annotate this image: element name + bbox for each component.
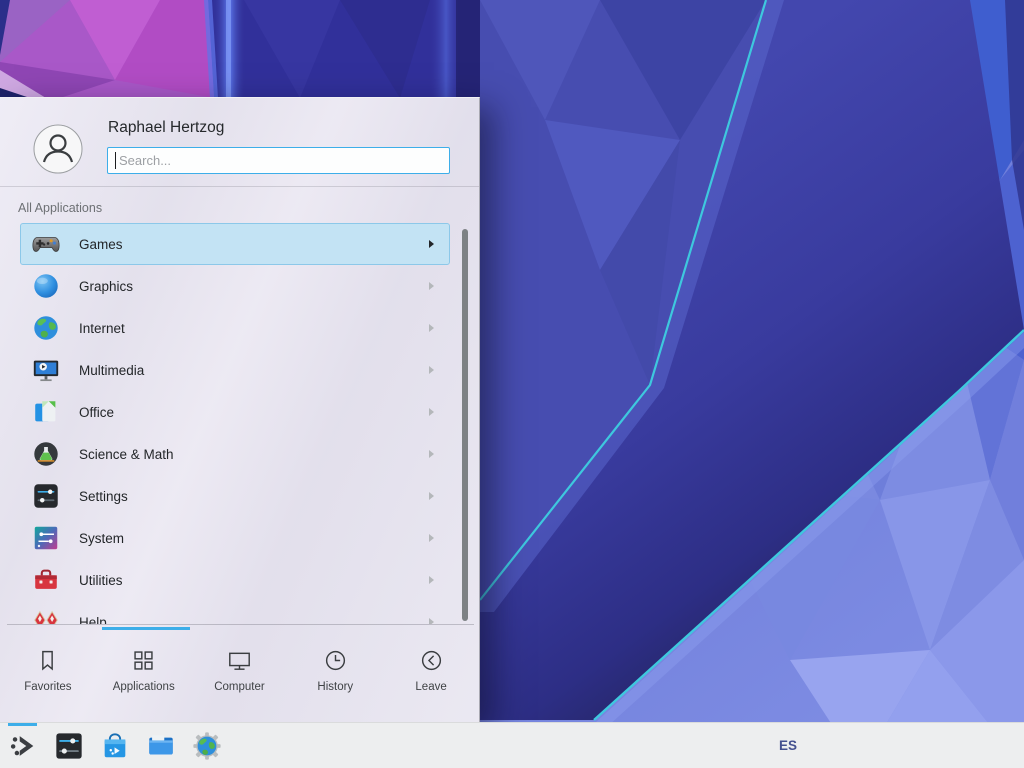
submenu-arrow-icon — [429, 366, 434, 374]
category-label: Office — [79, 405, 114, 420]
tab-favorites[interactable]: Favorites — [0, 629, 96, 722]
submenu-arrow-icon — [429, 576, 434, 584]
submenu-arrow-icon — [429, 534, 434, 542]
tab-label: Favorites — [24, 681, 71, 693]
discover-icon — [100, 731, 130, 761]
category-item-games[interactable]: Games — [20, 223, 450, 265]
settings-icon — [31, 481, 61, 511]
submenu-arrow-icon — [429, 240, 434, 248]
scrollbar[interactable] — [462, 229, 468, 621]
category-item-help[interactable]: Help — [20, 601, 450, 624]
text-caret — [115, 152, 116, 169]
user-name: Raphael Hertzog — [108, 119, 224, 137]
tab-label: History — [317, 681, 353, 693]
category-item-system[interactable]: System — [20, 517, 450, 559]
tab-history[interactable]: History — [287, 629, 383, 722]
system-icon — [31, 523, 61, 553]
tab-computer[interactable]: Computer — [192, 629, 288, 722]
keyboard-layout-indicator[interactable]: ES — [779, 723, 797, 768]
computer-icon — [226, 647, 253, 674]
category-label: System — [79, 531, 124, 546]
office-icon — [31, 397, 61, 427]
category-item-multimedia[interactable]: Multimedia — [20, 349, 450, 391]
history-icon — [322, 647, 349, 674]
help-icon — [31, 607, 61, 624]
kde-launcher-icon — [8, 731, 38, 761]
discover-button[interactable] — [100, 731, 130, 761]
tab-leave[interactable]: Leave — [383, 629, 479, 722]
category-item-graphics[interactable]: Graphics — [20, 265, 450, 307]
multimedia-icon — [31, 355, 61, 385]
search-box — [107, 147, 450, 174]
file-manager-button[interactable] — [146, 731, 176, 761]
application-launcher-menu: Raphael Hertzog All Applications Games Gr… — [0, 97, 480, 722]
category-label: Settings — [79, 489, 128, 504]
category-item-settings[interactable]: Settings — [20, 475, 450, 517]
app-launcher-button[interactable] — [8, 731, 38, 761]
games-icon — [31, 229, 61, 259]
user-avatar[interactable] — [33, 124, 83, 174]
favorites-icon — [34, 647, 61, 674]
category-list: Games Graphics Internet Multimedia Office Sci… — [20, 223, 450, 624]
graphics-icon — [31, 271, 61, 301]
web-browser-button[interactable] — [192, 731, 222, 761]
tab-label: Computer — [214, 681, 265, 693]
category-label: Utilities — [79, 573, 123, 588]
category-label: Help — [79, 615, 107, 625]
category-item-science-math[interactable]: Science & Math — [20, 433, 450, 475]
category-item-internet[interactable]: Internet — [20, 307, 450, 349]
submenu-arrow-icon — [429, 324, 434, 332]
system-settings-button[interactable] — [54, 731, 84, 761]
desktop: Raphael Hertzog All Applications Games Gr… — [0, 0, 1024, 768]
tab-label: Applications — [113, 681, 175, 693]
tab-label: Leave — [415, 681, 446, 693]
tab-applications[interactable]: Applications — [96, 629, 192, 722]
web-browser-icon — [192, 731, 222, 761]
taskbar: ES 7:03 PM 4/24/21 — [0, 722, 1024, 768]
category-item-office[interactable]: Office — [20, 391, 450, 433]
file-manager-icon — [146, 731, 176, 761]
pinned-apps — [8, 723, 222, 768]
category-item-utilities[interactable]: Utilities — [20, 559, 450, 601]
header-divider — [0, 186, 479, 187]
submenu-arrow-icon — [429, 408, 434, 416]
search-input[interactable] — [107, 147, 450, 174]
applications-icon — [130, 647, 157, 674]
list-separator — [7, 624, 474, 625]
leave-icon — [418, 647, 445, 674]
internet-icon — [31, 313, 61, 343]
utilities-icon — [31, 565, 61, 595]
launcher-tab-bar: Favorites Applications Computer History Leav… — [0, 629, 479, 722]
category-label: Graphics — [79, 279, 133, 294]
submenu-arrow-icon — [429, 492, 434, 500]
submenu-arrow-icon — [429, 282, 434, 290]
category-label: Multimedia — [79, 363, 144, 378]
category-label: Games — [79, 237, 123, 252]
science-icon — [31, 439, 61, 469]
category-label: Science & Math — [79, 447, 174, 462]
category-label: Internet — [79, 321, 125, 336]
system-settings-icon — [54, 731, 84, 761]
submenu-arrow-icon — [429, 450, 434, 458]
section-label: All Applications — [18, 201, 102, 215]
